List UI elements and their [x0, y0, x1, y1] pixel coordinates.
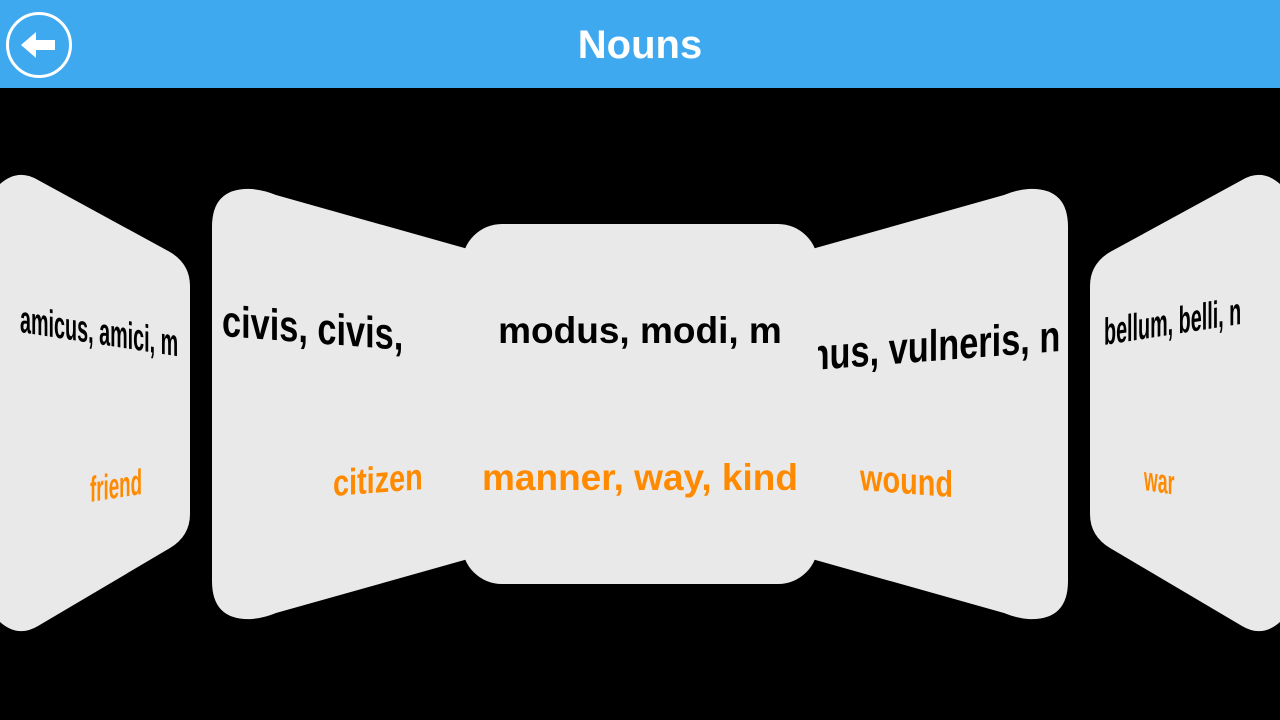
- flashcard-bellum[interactable]: bellum, belli, n war: [1088, 174, 1280, 634]
- flashcard-amicus[interactable]: amicus, amici, m friend: [0, 174, 192, 634]
- page-title: Nouns: [577, 23, 703, 67]
- card-background: [212, 188, 468, 620]
- flashcard-carousel[interactable]: amicus, amici, m friend civis, civis, m …: [0, 88, 1280, 720]
- card-word-text: vulnus, vulneris, n: [818, 312, 1060, 372]
- card-background: [0, 174, 190, 632]
- card-meaning: manner, way, kind: [482, 457, 798, 498]
- card-word: modus, modi, m: [498, 310, 782, 351]
- card-meaning: citizen: [333, 456, 423, 504]
- back-button[interactable]: [6, 12, 72, 78]
- card-meaning: war: [1144, 460, 1175, 503]
- card-background: [462, 224, 818, 584]
- flashcard-vulnus[interactable]: vulnus, vulneris, n wound: [812, 187, 1068, 621]
- back-arrow-icon: [21, 32, 55, 58]
- card-background: [812, 188, 1068, 620]
- app-bar: Nouns: [0, 0, 1280, 88]
- card-word: vulnus, vulneris, n: [818, 312, 1060, 372]
- card-meaning: friend: [90, 460, 143, 510]
- card-background: [1090, 174, 1280, 632]
- flashcard-modus[interactable]: modus, modi, m manner, way, kind: [462, 224, 818, 584]
- card-meaning: wound: [860, 457, 953, 506]
- flashcard-civis[interactable]: civis, civis, m and citizen: [212, 187, 468, 621]
